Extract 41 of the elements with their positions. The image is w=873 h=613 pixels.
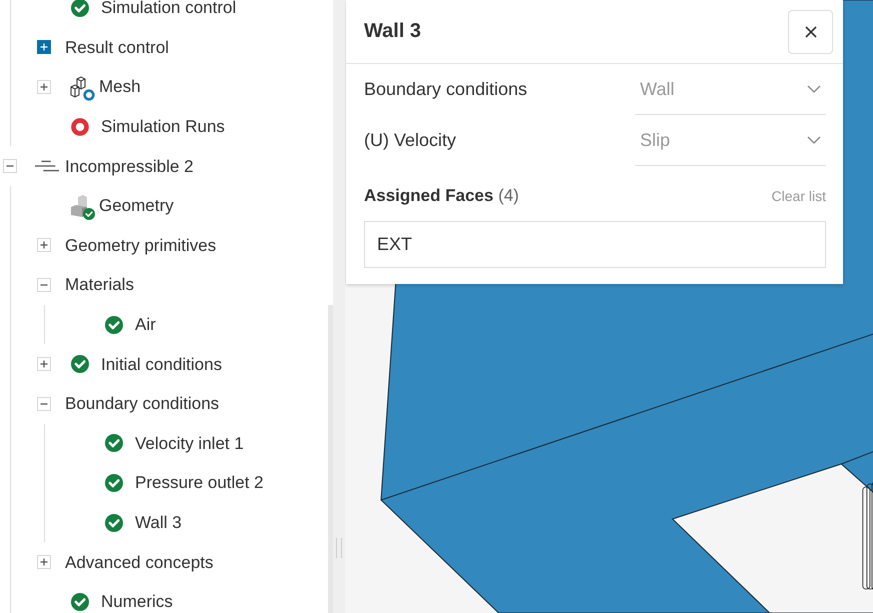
tree-item[interactable]: Incompressible 2	[65, 158, 194, 175]
collapse-toggle[interactable]	[3, 159, 17, 174]
expand-toggle[interactable]	[37, 40, 51, 54]
tree-item[interactable]: Boundary conditions	[65, 395, 220, 412]
close-button[interactable]	[788, 10, 833, 54]
tree-item[interactable]: Advanced concepts	[65, 554, 214, 571]
face-item[interactable]: EXT	[377, 234, 412, 255]
collapse-toggle[interactable]	[37, 278, 51, 292]
collapse-toggle[interactable]	[37, 396, 51, 411]
tree-item[interactable]: Velocity inlet 1	[135, 434, 244, 452]
tree-item[interactable]: Simulation Runs	[101, 118, 225, 136]
field-label: Boundary conditions	[364, 79, 528, 100]
chevron-icon	[807, 85, 821, 93]
check-icon	[105, 434, 123, 452]
tree-item[interactable]: Air	[135, 316, 156, 334]
section-title: Assigned Faces (4)	[364, 186, 519, 206]
resize-handle[interactable]	[336, 538, 342, 558]
tree-item[interactable]: Mesh	[99, 78, 141, 96]
field-label: (U) Velocity	[364, 130, 456, 151]
faces-list[interactable]: EXT	[364, 221, 826, 268]
scrollbar[interactable]	[328, 305, 333, 613]
tree-item[interactable]: Materials	[65, 276, 134, 294]
chevron-icon	[807, 136, 821, 144]
tree-item[interactable]: Pressure outlet 2	[135, 474, 264, 492]
tree-item[interactable]: Numerics	[101, 593, 173, 610]
tree-item[interactable]: Simulation control	[101, 0, 236, 16]
ring-icon	[83, 88, 95, 101]
tree-item[interactable]: Result control	[65, 38, 169, 56]
check-icon	[105, 474, 123, 492]
tree-item[interactable]: Wall 3	[135, 514, 182, 532]
lines-icon	[35, 159, 59, 174]
close-icon	[804, 26, 816, 38]
ring-icon	[71, 118, 89, 136]
tree-item[interactable]: Geometry	[99, 197, 174, 214]
check-icon	[105, 316, 123, 334]
check-icon	[83, 208, 95, 220]
panel-title: Wall 3	[364, 20, 422, 43]
check-icon	[71, 355, 89, 374]
tree-item[interactable]: Initial conditions	[101, 356, 222, 373]
check-icon	[105, 514, 123, 532]
tree-item[interactable]: Geometry primitives	[65, 236, 216, 254]
